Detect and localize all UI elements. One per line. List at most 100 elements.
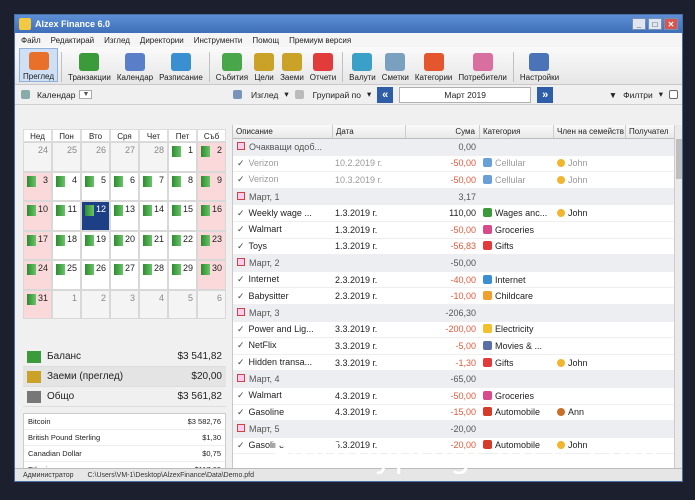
toolbar-button[interactable]: Цели	[251, 48, 277, 82]
toolbar-button[interactable]: Настройки	[517, 48, 562, 82]
transaction-row[interactable]: ✓ Babysitter 2.3.2019 г. -10,00 Childcare	[233, 288, 682, 305]
toolbar-button[interactable]: Преглед	[19, 48, 58, 82]
toolbar-button[interactable]: Сметки	[379, 48, 412, 82]
view-chevron-down-icon[interactable]: ▾	[284, 89, 288, 100]
calendar-dropdown-label[interactable]: Календар	[37, 90, 75, 100]
menu-item[interactable]: Инструменти	[194, 36, 243, 45]
calendar-day-cell[interactable]: 1	[52, 289, 81, 319]
group-row[interactable]: Март, 1 3,17	[233, 188, 682, 206]
calendar-day-cell[interactable]: 28	[139, 142, 168, 172]
filter-icon[interactable]: ▼	[609, 90, 617, 100]
transaction-row[interactable]: ✓ Walmart 4.3.2019 г. -50,00 Groceries	[233, 388, 682, 405]
menu-item[interactable]: Файл	[21, 36, 41, 45]
calendar-day-cell[interactable]: 21	[139, 230, 168, 260]
group-row[interactable]: Март, 3 -206,30	[233, 304, 682, 322]
view-dropdown[interactable]: Изглед	[251, 90, 278, 100]
calendar-day-cell[interactable]: 8	[168, 171, 197, 201]
calendar-day-cell[interactable]: 2	[197, 142, 226, 172]
column-header[interactable]: Описание	[233, 125, 333, 138]
calendar-day-cell[interactable]: 4	[139, 289, 168, 319]
transaction-row[interactable]: ✓ NetFlix 3.3.2019 г. -5,00 Movies & ...	[233, 338, 682, 355]
calendar-day-cell[interactable]: 13	[110, 201, 139, 231]
calendar-day-cell[interactable]: 7	[139, 171, 168, 201]
calendar-day-cell[interactable]: 27	[110, 260, 139, 290]
filters-chevron-down-icon[interactable]: ▾	[659, 89, 663, 100]
calendar-day-cell[interactable]: 11	[52, 201, 81, 231]
prev-month-button[interactable]: «	[377, 86, 394, 103]
close-button[interactable]: ✕	[664, 18, 678, 30]
currency-row[interactable]: British Pound Sterling $1,30	[24, 430, 225, 446]
calendar-day-cell[interactable]: 16	[197, 201, 226, 231]
calendar-day-cell[interactable]: 30	[197, 260, 226, 290]
calendar-day-cell[interactable]: 26	[81, 142, 110, 172]
group-chevron-down-icon[interactable]: ▾	[367, 89, 371, 100]
calendar-day-cell[interactable]: 26	[81, 260, 110, 290]
calendar-day-cell[interactable]: 2	[81, 289, 110, 319]
calendar-day-cell[interactable]: 17	[23, 230, 52, 260]
currency-row[interactable]: Bitcoin $3 582,76	[24, 414, 225, 430]
transaction-row[interactable]: ✓ Toys 1.3.2019 г. -56,83 Gifts	[233, 239, 682, 256]
calendar-day-cell[interactable]: 5	[81, 171, 110, 201]
calendar-day-cell[interactable]: 14	[139, 201, 168, 231]
calendar-day-cell[interactable]: 31	[23, 289, 52, 319]
calendar-day-cell[interactable]: 25	[52, 142, 81, 172]
month-selector[interactable]: Март 2019	[399, 86, 532, 103]
menu-item[interactable]: Изглед	[104, 36, 130, 45]
menu-item[interactable]: Премиум версия	[289, 36, 351, 45]
calendar-day-cell[interactable]: 3	[110, 289, 139, 319]
calendar-day-cell[interactable]: 20	[110, 230, 139, 260]
calendar-dropdown-arrow-icon[interactable]: ▼	[79, 90, 93, 99]
calendar-day-cell[interactable]: 9	[197, 171, 226, 201]
menu-item[interactable]: Директории	[140, 36, 184, 45]
column-header[interactable]: Дата	[333, 125, 406, 138]
calendar-day-cell[interactable]: 24	[23, 260, 52, 290]
column-header[interactable]: Категория	[480, 125, 554, 138]
menu-item[interactable]: Редактирай	[51, 36, 94, 45]
calendar-day-cell[interactable]: 25	[52, 260, 81, 290]
calendar-day-cell[interactable]: 23	[197, 230, 226, 260]
calendar-day-cell[interactable]: 28	[139, 260, 168, 290]
calendar-day-cell[interactable]: 1	[168, 142, 197, 172]
calendar-day-cell[interactable]: 27	[110, 142, 139, 172]
toolbar-button[interactable]: Разписание	[156, 48, 206, 82]
calendar-day-cell[interactable]: 6	[110, 171, 139, 201]
toolbar-button[interactable]: Потребители	[455, 48, 509, 82]
calendar-day-cell[interactable]: 15	[168, 201, 197, 231]
calendar-day-cell[interactable]: 29	[168, 260, 197, 290]
group-row[interactable]: Очакващи одоб... 0,00	[233, 139, 682, 156]
transaction-row[interactable]: ✓ Walmart 1.3.2019 г. -50,00 Groceries	[233, 222, 682, 239]
column-header[interactable]: Сума	[406, 125, 480, 138]
transaction-row[interactable]: ✓ Internet 2.3.2019 г. -40,00 Internet	[233, 272, 682, 289]
calendar-day-cell[interactable]: 10	[23, 201, 52, 231]
group-row[interactable]: Март, 4 -65,00	[233, 371, 682, 388]
toolbar-button[interactable]: Валути	[346, 48, 379, 82]
minimize-button[interactable]: _	[632, 18, 646, 30]
toolbar-button[interactable]: Транзакции	[65, 48, 114, 82]
calendar-day-cell[interactable]: 24	[23, 142, 52, 172]
vertical-scrollbar[interactable]	[674, 125, 682, 470]
calendar-day-cell[interactable]: 22	[168, 230, 197, 260]
currency-row[interactable]: Canadian Dollar $0,75	[24, 446, 225, 462]
transaction-row[interactable]: ✓ Weekly wage ... 1.3.2019 г. 110,00 Wages a…	[233, 205, 682, 222]
group-by-dropdown[interactable]: Групирай по	[313, 90, 361, 100]
toolbar-button[interactable]: Календар	[114, 48, 156, 82]
scrollbar-thumb[interactable]	[676, 139, 682, 179]
panel-toggle-icon[interactable]	[669, 90, 678, 99]
maximize-button[interactable]: □	[648, 18, 662, 30]
transaction-row[interactable]: ✓ Hidden transa... 3.3.2019 г. -1,30 Gifts Jo…	[233, 355, 682, 372]
transaction-row[interactable]: ✓ Gasoline 4.3.2019 г. -15,00 Automobile Ann	[233, 405, 682, 422]
transaction-row[interactable]: ✓ Verizon 10.3.2019 г. -50,00 Cellular John	[233, 172, 682, 189]
group-row[interactable]: Март, 2 -50,00	[233, 255, 682, 272]
toolbar-button[interactable]: Категории	[412, 48, 456, 82]
calendar-day-cell[interactable]: 4	[52, 171, 81, 201]
calendar-day-cell[interactable]: 19	[81, 230, 110, 260]
calendar-day-cell[interactable]: 18	[52, 230, 81, 260]
toolbar-button[interactable]: Отчети	[307, 48, 339, 82]
calendar-day-cell[interactable]: 3	[23, 171, 52, 201]
next-month-button[interactable]: »	[537, 86, 554, 103]
menu-item[interactable]: Помощ	[252, 36, 279, 45]
transaction-row[interactable]: ✓ Verizon 10.2.2019 г. -50,00 Cellular John	[233, 156, 682, 173]
calendar-day-cell[interactable]: 12	[81, 201, 110, 231]
transaction-row[interactable]: ✓ Power and Lig... 3.3.2019 г. -200,00 Elect…	[233, 322, 682, 339]
toolbar-button[interactable]: Заеми	[277, 48, 307, 82]
